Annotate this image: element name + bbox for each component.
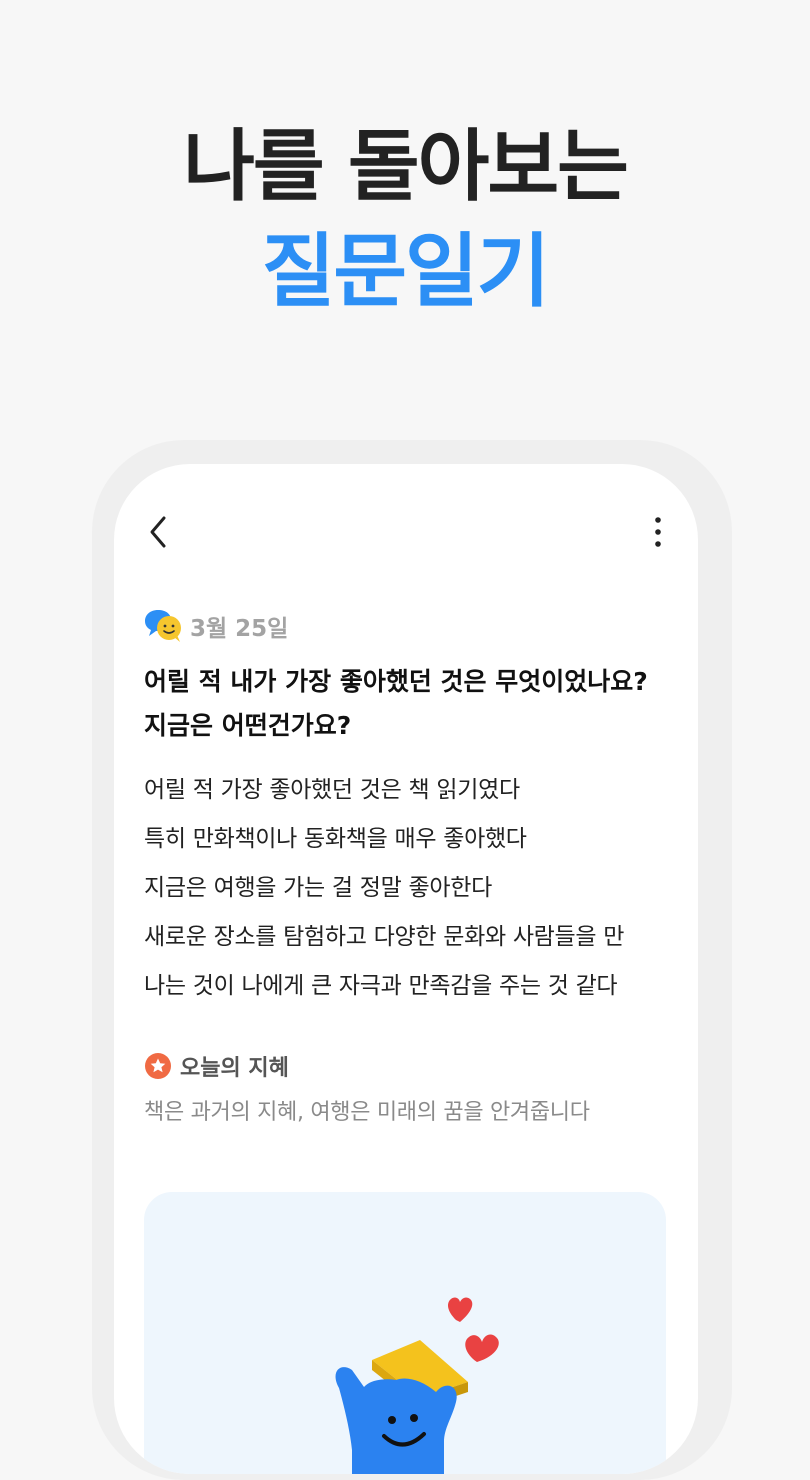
question-text: 어릴 적 내가 가장 좋아했던 것은 무엇이었나요? 지금은 어떤건가요?: [144, 667, 648, 740]
chevron-left-icon: [150, 516, 166, 548]
phone-screen: 3월 25일 어릴 적 내가 가장 좋아했던 것은 무엇이었나요? 지금은 어떤…: [114, 464, 698, 1474]
more-vertical-icon: [655, 517, 661, 547]
answer-line: 특히 만화책이나 동화책을 매우 좋아했다: [144, 826, 527, 852]
answer-text[interactable]: 어릴 적 가장 좋아했던 것은 책 읽기였다 특히 만화책이나 동화책을 매우 …: [144, 766, 674, 1011]
entry-date: 3월 25일: [190, 616, 289, 642]
answer-line: 지금은 여행을 가는 걸 정말 좋아한다: [144, 875, 492, 901]
answer-line: 새로운 장소를 탐험하고 다양한 문화와 사람들을 만: [144, 924, 625, 950]
more-options-button[interactable]: [648, 514, 668, 550]
answer-line: 나는 것이 나에게 큰 자극과 만족감을 주는 것 같다: [144, 973, 618, 999]
star-badge-icon: [145, 1053, 171, 1079]
heart-icon: [448, 1297, 499, 1362]
wisdom-title: 오늘의 지혜: [180, 1056, 289, 1081]
headline-line1: 나를 돌아보는: [183, 122, 629, 212]
chat-bubbles-smile-icon: [145, 610, 181, 642]
illustration: [335, 1297, 499, 1474]
wisdom-header: 오늘의 지혜: [144, 1050, 289, 1082]
back-button[interactable]: [144, 512, 176, 552]
entry-date-row: 3월 25일: [144, 608, 288, 644]
wisdom-text: 책은 과거의 지혜, 여행은 미래의 꿈을 안겨줍니다: [144, 1100, 590, 1125]
illustration-card: [144, 1192, 666, 1474]
headline-line2: 질문일기: [261, 225, 550, 318]
answer-line: 어릴 적 가장 좋아했던 것은 책 읽기였다: [144, 777, 520, 803]
